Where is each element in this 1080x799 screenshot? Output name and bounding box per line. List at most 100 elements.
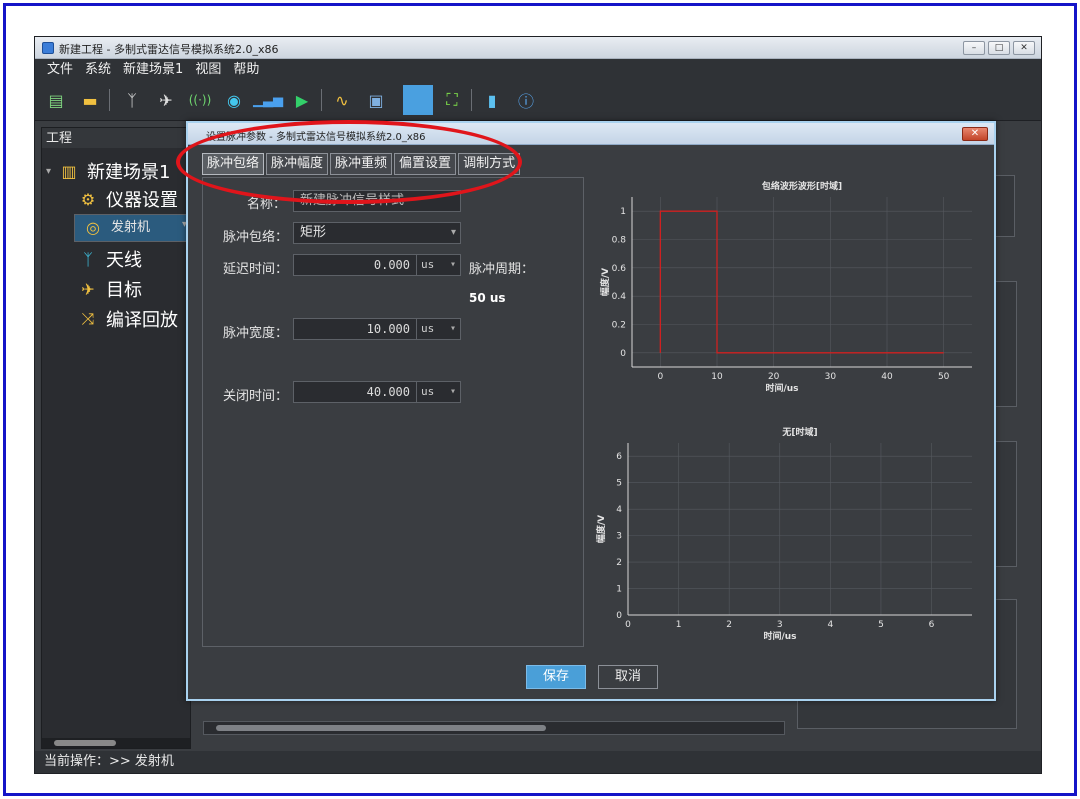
screenshot-frame: 新建工程 - 多制式雷达信号模拟系统2.0_x86 – □ ✕ 文件 系统 新建… (3, 3, 1077, 796)
tree-item-target[interactable]: ✈ 目标 (76, 276, 142, 302)
width-input[interactable]: 10.000 (293, 318, 417, 340)
chart-title: 无[时域] (781, 426, 817, 438)
dialog-title: 设置脉冲参数 - 多制式雷达信号模拟系统2.0_x86 (206, 132, 426, 143)
y-tick-label: 3 (616, 532, 622, 542)
tree-scrollbar[interactable] (42, 738, 190, 748)
tree-item-antenna[interactable]: ᛉ 天线 (76, 246, 142, 272)
transmitter-icon: ◎ (86, 218, 100, 237)
project-panel-header: 工程 (42, 128, 190, 148)
tree-root-label: 新建场景1 (87, 162, 171, 183)
spectrum-icon[interactable]: ▁▃▅ (253, 87, 283, 113)
play-icon[interactable]: ▶ (289, 87, 315, 113)
y-tick-label: 2 (616, 558, 622, 568)
y-tick-label: 0.2 (612, 321, 626, 331)
menu-view[interactable]: 视图 (195, 59, 221, 81)
scene-chart-icon: ▥ (61, 161, 77, 181)
menu-help[interactable]: 帮助 (233, 59, 259, 81)
info-icon[interactable]: ⓘ (513, 87, 539, 113)
x-tick-label: 4 (827, 620, 833, 630)
close-button[interactable]: ✕ (1013, 41, 1035, 55)
tree-root[interactable]: ▾ ▥ 新建场景1 (46, 158, 170, 184)
y-tick-label: 0.4 (612, 292, 627, 302)
maximize-button[interactable]: □ (988, 41, 1010, 55)
antenna-icon: ᛉ (83, 249, 93, 269)
dialog-close-button[interactable]: ✕ (962, 127, 988, 141)
period-label: 脉冲周期： (469, 262, 535, 277)
fit-view-icon[interactable]: ⛶ (439, 87, 465, 113)
signal-wave-icon[interactable]: ((·)) (187, 87, 213, 113)
menu-system[interactable]: 系统 (85, 59, 111, 81)
x-tick-label: 1 (676, 620, 682, 630)
y-tick-label: 0.8 (612, 236, 627, 246)
app-icon (42, 42, 54, 54)
minimize-button[interactable]: – (963, 41, 985, 55)
y-tick-label: 4 (616, 505, 622, 515)
off-time-label: 关闭时间： (223, 389, 289, 404)
save-button[interactable]: 保存 (526, 665, 586, 689)
toolbar: ▤ ▬ ᛉ ✈ ((·)) ◉ ▁▃▅ ▶ ∿ ▣ ⛶ ▮ ⓘ (35, 81, 1041, 121)
gear-icon: ⚙ (80, 189, 96, 209)
radiation-icon[interactable]: ◉ (221, 87, 247, 113)
open-folder-icon[interactable]: ▬ (77, 87, 103, 113)
blank-icon[interactable] (403, 85, 433, 115)
x-tick-label: 50 (938, 372, 950, 382)
tree-item-label: 发射机 (111, 220, 151, 235)
tab-prf[interactable]: 脉冲重频 (330, 153, 393, 175)
envelope-form: 名称： 新建脉冲信号样式 脉冲包络： 矩形 延迟时间： 0.000 us 脉冲周… (202, 177, 584, 647)
status-bar: 当前操作：>> 发射机 (35, 751, 1041, 773)
shuffle-icon: ⤨ (81, 309, 95, 328)
width-unit-select[interactable]: us (417, 318, 461, 340)
tree-item-transmitter[interactable]: ◎ 发射机 (74, 214, 192, 242)
x-tick-label: 30 (825, 372, 837, 382)
y-tick-label: 1 (616, 585, 622, 595)
name-label: 名称： (247, 197, 287, 212)
x-axis-label: 时间/us (765, 382, 798, 394)
cancel-button[interactable]: 取消 (598, 665, 658, 689)
x-tick-label: 6 (929, 620, 935, 630)
menu-bar: 文件 系统 新建场景1 视图 帮助 (35, 59, 1041, 81)
x-tick-label: 2 (726, 620, 732, 630)
dialog-body: 脉冲包络 脉冲幅度 脉冲重频 偏置设置 调制方式 名称： 新建脉冲信号样式 脉冲… (192, 145, 990, 695)
tab-amplitude[interactable]: 脉冲幅度 (266, 153, 329, 175)
horizontal-scrollbar[interactable] (203, 721, 785, 735)
device-icon[interactable]: ▣ (363, 87, 389, 113)
x-axis-label: 时间/us (763, 630, 796, 642)
tree-item-instrument[interactable]: ⚙ 仪器设置 (76, 186, 178, 212)
series-line (659, 210, 944, 354)
tree-item-label: 天线 (106, 250, 142, 271)
aircraft-icon: ✈ (81, 279, 95, 299)
project-panel: 工程 ▾ ▥ 新建场景1 ⚙ 仪器设置 ◎ 发射机 ᛉ 天线 ✈ 目标 (41, 127, 192, 749)
x-tick-label: 40 (881, 372, 893, 382)
book-icon[interactable]: ▮ (479, 87, 505, 113)
aircraft-icon[interactable]: ✈ (153, 87, 179, 113)
period-value: 50 us (469, 291, 506, 305)
off-time-input[interactable]: 40.000 (293, 381, 417, 403)
dialog-title-bar: 设置脉冲参数 - 多制式雷达信号模拟系统2.0_x86 ✕ (188, 123, 994, 145)
width-label: 脉冲宽度： (223, 326, 289, 341)
tab-offset[interactable]: 偏置设置 (394, 153, 457, 175)
x-tick-label: 10 (711, 372, 723, 382)
menu-file[interactable]: 文件 (47, 59, 73, 81)
delay-input[interactable]: 0.000 (293, 254, 417, 276)
collapse-icon[interactable]: ▾ (46, 166, 51, 177)
tab-modulation[interactable]: 调制方式 (458, 153, 521, 175)
new-file-icon[interactable]: ▤ (43, 87, 69, 113)
y-axis-label: 幅度/V (595, 515, 607, 543)
window-title: 新建工程 - 多制式雷达信号模拟系统2.0_x86 (59, 43, 279, 56)
x-tick-label: 0 (657, 372, 663, 382)
delay-unit-select[interactable]: us (417, 254, 461, 276)
tree-item-label: 编译回放 (106, 310, 178, 331)
envelope-select[interactable]: 矩形 (293, 222, 461, 244)
delay-label: 延迟时间： (223, 262, 289, 277)
name-input[interactable]: 新建脉冲信号样式 (293, 190, 461, 212)
off-time-unit-select[interactable]: us (417, 381, 461, 403)
x-tick-label: 0 (625, 620, 631, 630)
waveform-icon[interactable]: ∿ (329, 87, 355, 113)
tree-item-playback[interactable]: ⤨ 编译回放 (76, 306, 178, 332)
menu-scene[interactable]: 新建场景1 (123, 59, 183, 81)
y-tick-label: 5 (616, 479, 622, 489)
x-tick-label: 20 (768, 372, 780, 382)
tab-envelope[interactable]: 脉冲包络 (202, 153, 265, 175)
pulse-parameter-dialog: 设置脉冲参数 - 多制式雷达信号模拟系统2.0_x86 ✕ 脉冲包络 脉冲幅度 … (186, 121, 996, 701)
antenna-icon[interactable]: ᛉ (119, 87, 145, 113)
